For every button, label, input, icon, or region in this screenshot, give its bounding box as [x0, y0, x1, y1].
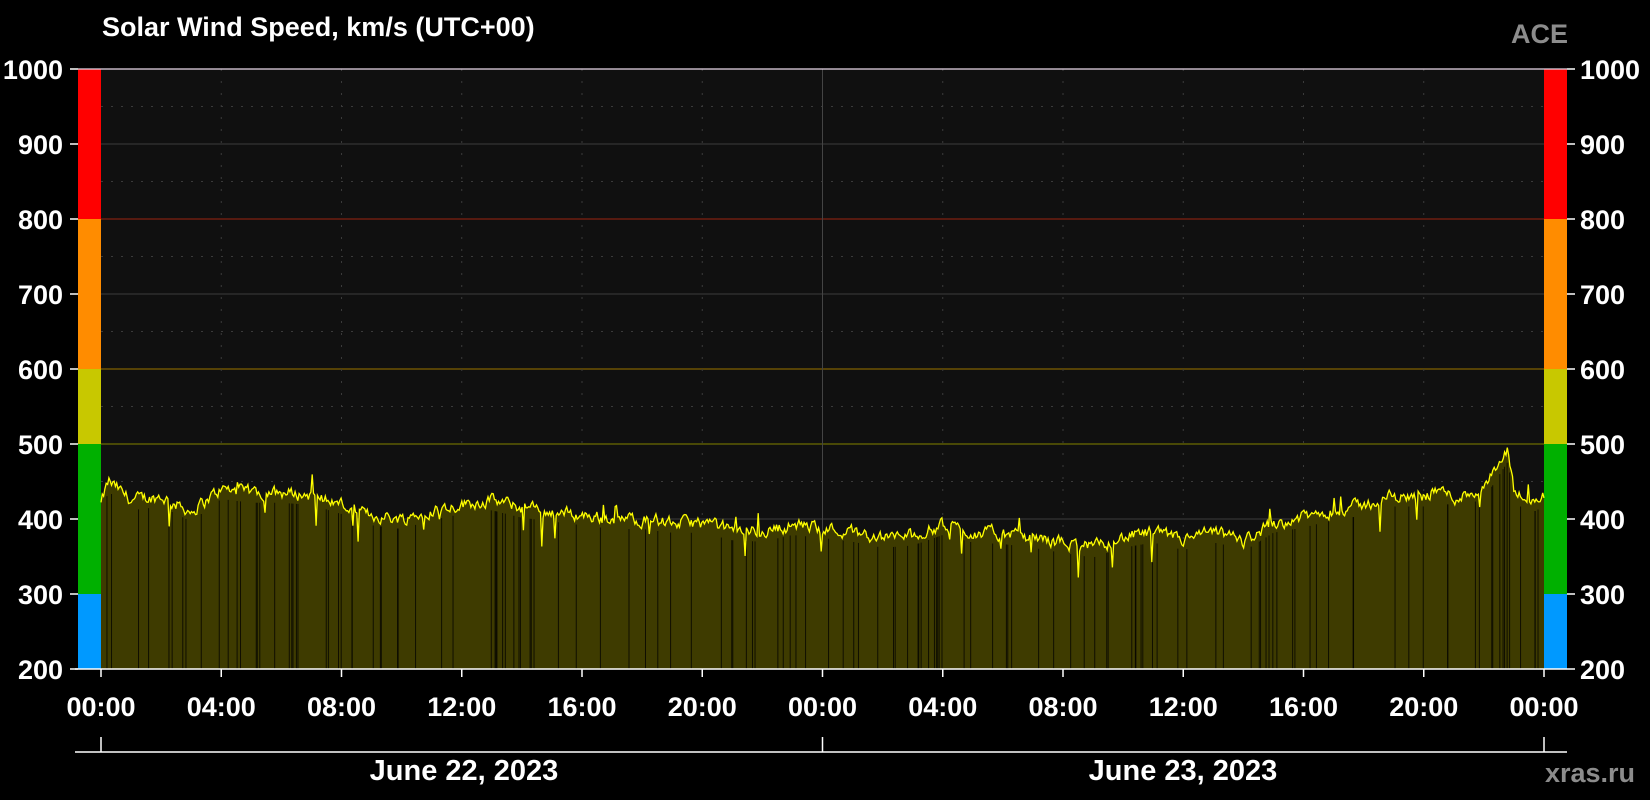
y-tick-label-left: 600 — [18, 355, 63, 385]
chart-title: Solar Wind Speed, km/s (UTC+00) — [102, 12, 535, 42]
y-tick-label-left: 1000 — [3, 55, 63, 85]
threshold-band-left-2 — [78, 369, 101, 444]
y-tick-label-left: 200 — [18, 655, 63, 685]
solar-wind-chart: Solar Wind Speed, km/s (UTC+00) ACE 1000… — [0, 0, 1650, 800]
y-tick-label-right: 600 — [1580, 355, 1625, 385]
threshold-band-left-1 — [78, 444, 101, 594]
y-tick-label-right: 200 — [1580, 655, 1625, 685]
threshold-band-left-3 — [78, 219, 101, 369]
y-tick-label-right: 800 — [1580, 205, 1625, 235]
y-tick-label-left: 500 — [18, 430, 63, 460]
x-tick-label: 16:00 — [1269, 692, 1338, 722]
y-tick-label-right: 700 — [1580, 280, 1625, 310]
watermark: xras.ru — [1545, 758, 1635, 788]
x-tick-label: 20:00 — [1389, 692, 1458, 722]
y-tick-label-right: 500 — [1580, 430, 1625, 460]
x-tick-label: 12:00 — [1149, 692, 1218, 722]
x-tick-label: 00:00 — [66, 692, 135, 722]
y-tick-label-right: 900 — [1580, 130, 1625, 160]
y-tick-label-left: 800 — [18, 205, 63, 235]
threshold-band-right-1 — [1544, 444, 1567, 594]
x-tick-label: 04:00 — [908, 692, 977, 722]
source-label: ACE — [1511, 19, 1568, 49]
threshold-band-right-2 — [1544, 369, 1567, 444]
x-tick-label: 16:00 — [547, 692, 616, 722]
x-tick-label: 00:00 — [788, 692, 857, 722]
x-tick-label: 08:00 — [307, 692, 376, 722]
y-tick-label-left: 300 — [18, 580, 63, 610]
y-tick-label-right: 300 — [1580, 580, 1625, 610]
threshold-band-left-4 — [78, 69, 101, 219]
y-tick-label-right: 400 — [1580, 505, 1625, 535]
x-tick-label: 12:00 — [427, 692, 496, 722]
date-label-2: June 23, 2023 — [1089, 755, 1278, 787]
date-label-1: June 22, 2023 — [370, 755, 559, 787]
threshold-band-right-4 — [1544, 69, 1567, 219]
y-tick-label-left: 400 — [18, 505, 63, 535]
threshold-band-right-3 — [1544, 219, 1567, 369]
x-tick-label: 08:00 — [1028, 692, 1097, 722]
y-tick-label-left: 900 — [18, 130, 63, 160]
threshold-band-right-0 — [1544, 594, 1567, 669]
x-tick-label: 04:00 — [187, 692, 256, 722]
threshold-band-left-0 — [78, 594, 101, 669]
y-tick-label-left: 700 — [18, 280, 63, 310]
x-tick-label: 00:00 — [1509, 692, 1578, 722]
y-tick-label-right: 1000 — [1580, 55, 1640, 85]
x-tick-label: 20:00 — [668, 692, 737, 722]
